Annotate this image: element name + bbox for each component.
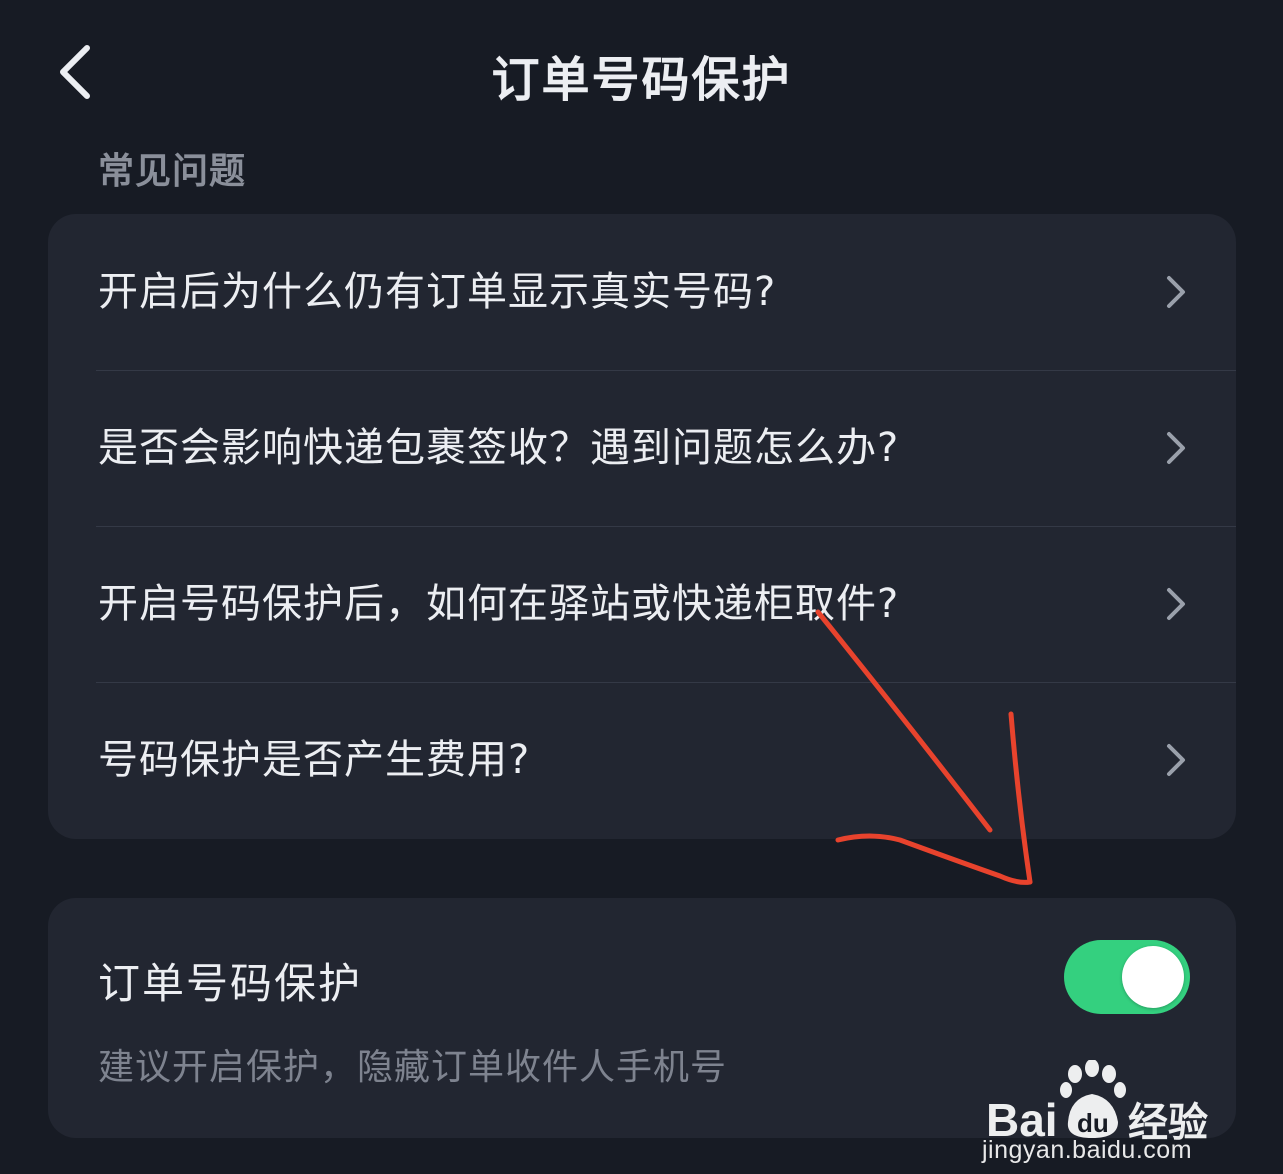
faq-item-label: 开启号码保护后，如何在驿站或快递柜取件? [98, 581, 900, 627]
faq-item-real-number[interactable]: 开启后为什么仍有订单显示真实号码? [48, 214, 1236, 370]
chevron-right-icon [1167, 276, 1185, 308]
faq-item-delivery[interactable]: 是否会影响快递包裹签收？遇到问题怎么办? [48, 370, 1236, 526]
faq-item-label: 号码保护是否产生费用? [98, 737, 531, 783]
svg-text:经验: 经验 [1128, 1100, 1208, 1140]
svg-text:du: du [1077, 1108, 1109, 1138]
page-title: 订单号码保护 [491, 52, 792, 108]
faq-card: 开启后为什么仍有订单显示真实号码? 是否会影响快递包裹签收？遇到问题怎么办? 开… [48, 214, 1236, 839]
baidu-paw-logo-icon: Bai du 经验 [986, 1060, 1208, 1140]
faq-section-label: 常见问题 [98, 151, 247, 192]
faq-item-label: 是否会影响快递包裹签收？遇到问题怎么办? [98, 425, 900, 471]
faq-item-fees[interactable]: 号码保护是否产生费用? [48, 682, 1236, 838]
protection-toggle-switch[interactable] [1064, 940, 1190, 1014]
faq-item-label: 开启后为什么仍有订单显示真实号码? [98, 269, 777, 315]
chevron-right-icon [1167, 432, 1185, 464]
header-bar: 订单号码保护 [0, 0, 1283, 140]
svg-text:Bai: Bai [986, 1094, 1058, 1140]
watermark-url: jingyan.baidu.com [982, 1136, 1193, 1164]
protection-description: 建议开启保护，隐藏订单收件人手机号 [98, 1047, 728, 1088]
protection-title: 订单号码保护 [98, 959, 363, 1008]
chevron-right-icon [1167, 588, 1185, 620]
watermark: Bai du 经验 jingyan.baidu.com [980, 1030, 1280, 1174]
faq-item-pickup[interactable]: 开启号码保护后，如何在驿站或快递柜取件? [48, 526, 1236, 682]
switch-knob [1122, 946, 1184, 1008]
chevron-right-icon [1167, 744, 1185, 776]
